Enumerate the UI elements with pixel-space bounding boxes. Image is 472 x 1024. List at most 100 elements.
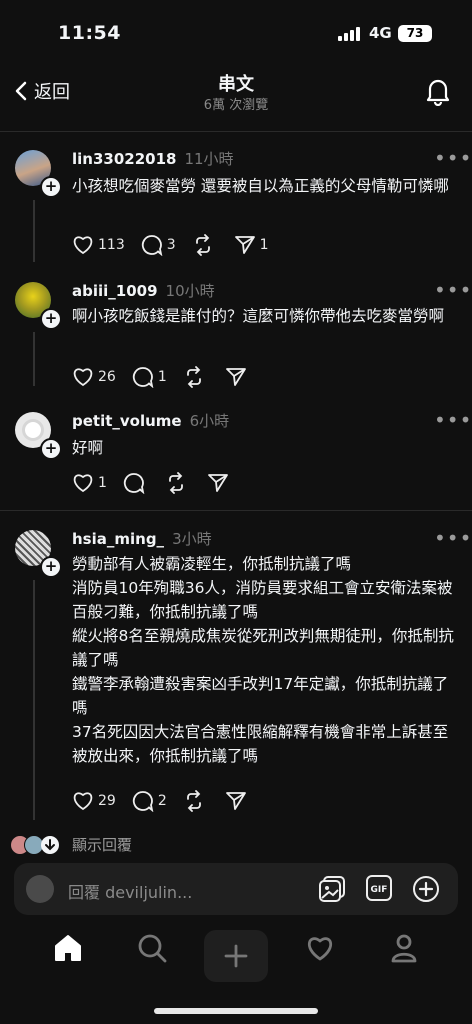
comment-button[interactable]: 2 (132, 790, 167, 812)
reply-post: + lin33022018 11小時 ••• 小孩想吃個麥當勞 還要被自以為正義的… (0, 146, 472, 268)
heart-icon (73, 236, 93, 255)
reply-post: + petit_volume 6小時 ••• 好啊 1 (0, 408, 472, 500)
send-icon (225, 368, 246, 386)
comment-button[interactable]: 1 (132, 366, 167, 388)
repost-button[interactable] (165, 472, 191, 494)
like-count: 1 (98, 475, 107, 491)
network-type: 4G (369, 24, 392, 42)
action-bar: 26 1 (72, 366, 267, 388)
battery-level: 73 (406, 26, 424, 40)
text-line: 勞動部有人被霸凌輕生，你抵制抗議了嗎 (72, 555, 352, 573)
more-options-icon[interactable]: ••• (434, 146, 472, 170)
like-button[interactable]: 1 (72, 473, 107, 493)
reply-input[interactable]: 回覆 deviljulin... (68, 879, 192, 903)
like-button[interactable]: 26 (72, 367, 116, 387)
thread-line (33, 332, 35, 386)
profile-icon[interactable] (388, 932, 420, 964)
username[interactable]: petit_volume (72, 412, 182, 430)
post-time: 11小時 (184, 150, 234, 168)
current-user-avatar (26, 875, 54, 903)
like-button[interactable]: 29 (72, 791, 116, 811)
repost-icon (186, 790, 201, 812)
heart-icon[interactable] (304, 932, 336, 964)
reply-post: + abiii_1009 10小時 ••• 啊小孩吃飯錢是誰付的？這麼可憐你帶他去… (0, 278, 472, 390)
username[interactable]: hsia_ming_ (72, 530, 164, 548)
like-count: 113 (98, 237, 125, 253)
gif-icon[interactable]: GIF (366, 875, 392, 901)
send-icon (234, 236, 255, 254)
share-count: 1 (259, 237, 269, 253)
heart-icon (73, 792, 93, 811)
post-text: 小孩想吃個麥當勞 還要被自以為正義的父母情勒可憐哪 (72, 177, 449, 195)
comment-button[interactable] (123, 472, 149, 494)
more-options-icon[interactable]: ••• (434, 526, 472, 550)
comment-count: 1 (157, 369, 167, 385)
repost-button[interactable] (183, 366, 209, 388)
post-text: 好啊 (72, 439, 104, 457)
like-button[interactable]: 113 (72, 235, 125, 255)
follow-plus-icon[interactable]: + (40, 556, 62, 578)
header-divider (0, 131, 472, 132)
action-bar: 29 2 (72, 790, 267, 812)
page-title: 串文 (218, 74, 254, 95)
username[interactable]: lin33022018 (72, 150, 176, 168)
bell-icon[interactable] (424, 76, 452, 106)
text-line: 縱火將8名至親燒成焦炭從死刑改判無期徒刑，你抵制抗議了嗎 (72, 627, 454, 669)
post-time: 6小時 (189, 412, 230, 430)
post-text: 勞動部有人被霸凌輕生，你抵制抗議了嗎 消防員10年殉職36人，消防員要求組工會立… (72, 552, 458, 768)
share-button[interactable] (225, 367, 251, 387)
comment-icon (132, 791, 154, 812)
comment-icon (132, 367, 154, 388)
username[interactable]: abiii_1009 (72, 282, 158, 300)
post-time: 10小時 (165, 282, 215, 300)
share-button[interactable] (207, 473, 233, 493)
like-count: 26 (98, 369, 116, 385)
comment-count: 3 (166, 237, 176, 253)
image-icon[interactable] (318, 875, 346, 903)
thread-line (33, 580, 35, 820)
create-button[interactable] (204, 930, 268, 982)
follow-plus-icon[interactable]: + (40, 176, 62, 198)
like-count: 29 (98, 793, 116, 809)
more-options-icon[interactable]: ••• (434, 408, 472, 432)
more-options-icon[interactable]: ••• (434, 278, 472, 302)
share-button[interactable]: 1 (234, 235, 269, 255)
repost-icon (186, 366, 201, 388)
comment-icon (123, 473, 145, 494)
heart-icon (73, 368, 93, 387)
heart-icon (73, 474, 93, 493)
add-circle-icon[interactable] (412, 875, 440, 903)
follow-plus-icon[interactable]: + (40, 308, 62, 330)
section-divider (0, 510, 472, 511)
search-icon[interactable] (136, 932, 168, 964)
view-count: 6萬 次瀏覽 (203, 98, 269, 113)
post-time: 3小時 (172, 530, 212, 548)
comment-count: 2 (157, 793, 167, 809)
post-text: 啊小孩吃飯錢是誰付的？這麼可憐你帶他去吃麥當勞啊 (72, 307, 445, 325)
text-line: 37名死囚因大法官合憲性限縮解釋有機會非常上訴甚至被放出來，你抵制抗議了嗎 (72, 723, 449, 765)
repost-button[interactable] (192, 234, 218, 256)
action-bar: 1 (72, 472, 249, 494)
repost-icon (195, 234, 210, 256)
home-indicator (154, 1008, 318, 1014)
repost-icon (169, 472, 183, 494)
send-icon (225, 792, 246, 810)
comment-icon (141, 235, 163, 256)
status-time: 11:54 (58, 22, 121, 44)
text-line: 消防員10年殉職36人，消防員要求組工會立安衛法案被百般刁難，你抵制抗議了嗎 (72, 579, 453, 621)
reply-post: + hsia_ming_ 3小時 ••• 勞動部有人被霸凌輕生，你抵制抗議了嗎 消… (0, 526, 472, 828)
show-replies-button[interactable]: 顯示回覆 (10, 834, 132, 855)
share-button[interactable] (225, 791, 251, 811)
repost-button[interactable] (183, 790, 209, 812)
action-bar: 113 3 1 (72, 234, 285, 256)
home-icon[interactable] (52, 932, 84, 964)
send-icon (208, 474, 228, 492)
cellular-signal-icon (338, 27, 360, 41)
follow-plus-icon[interactable]: + (40, 438, 62, 460)
battery-icon: 73 (398, 25, 432, 42)
plus-icon (224, 944, 248, 968)
show-replies-label: 顯示回覆 (72, 836, 133, 854)
comment-button[interactable]: 3 (141, 234, 176, 256)
text-line: 鐵警李承翰遭殺害案凶手改判17年定讞，你抵制抗議了嗎 (72, 675, 449, 717)
thread-line (33, 200, 35, 262)
